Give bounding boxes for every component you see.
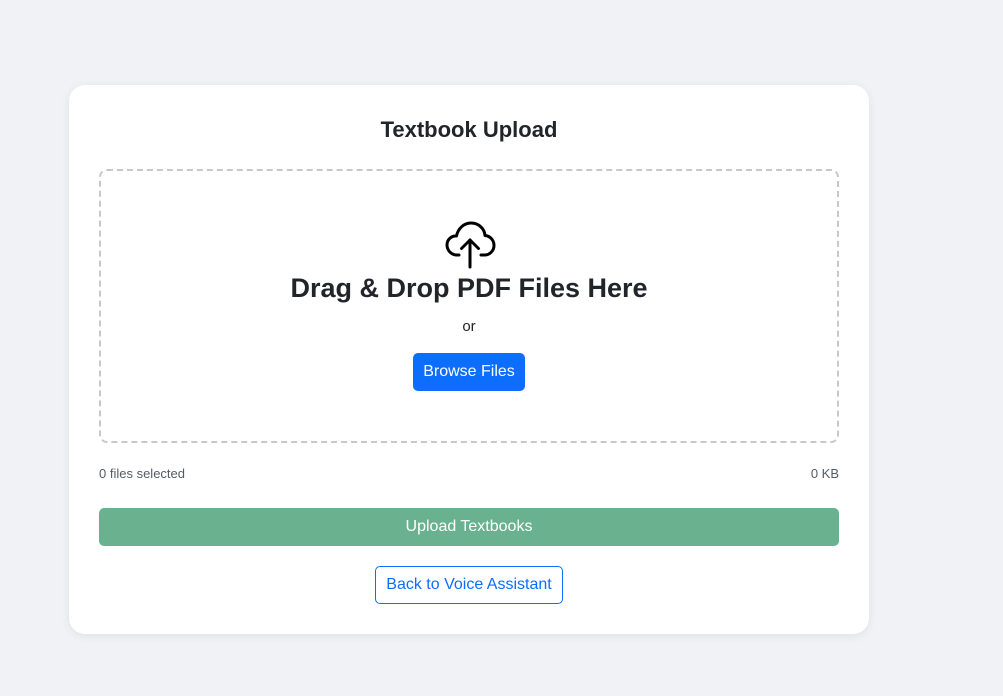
back-to-voice-assistant-button[interactable]: Back to Voice Assistant — [375, 566, 563, 604]
dropzone-heading: Drag & Drop PDF Files Here — [290, 273, 648, 303]
pdf-dropzone[interactable]: Drag & Drop PDF Files Here or Browse Fil… — [99, 169, 839, 443]
files-total-size: 0 KB — [810, 466, 839, 481]
file-info-bar: 0 files selected 0 KB — [99, 466, 839, 481]
browse-files-button[interactable]: Browse Files — [413, 353, 525, 391]
page-title: Textbook Upload — [380, 117, 558, 142]
cloud-upload-icon — [445, 221, 496, 269]
upload-textbooks-button[interactable]: Upload Textbooks — [99, 508, 839, 546]
files-selected-count: 0 files selected — [99, 466, 185, 481]
dropzone-or-text: or — [462, 318, 476, 335]
upload-card: Textbook Upload Drag & Drop PDF Files He… — [69, 85, 869, 634]
